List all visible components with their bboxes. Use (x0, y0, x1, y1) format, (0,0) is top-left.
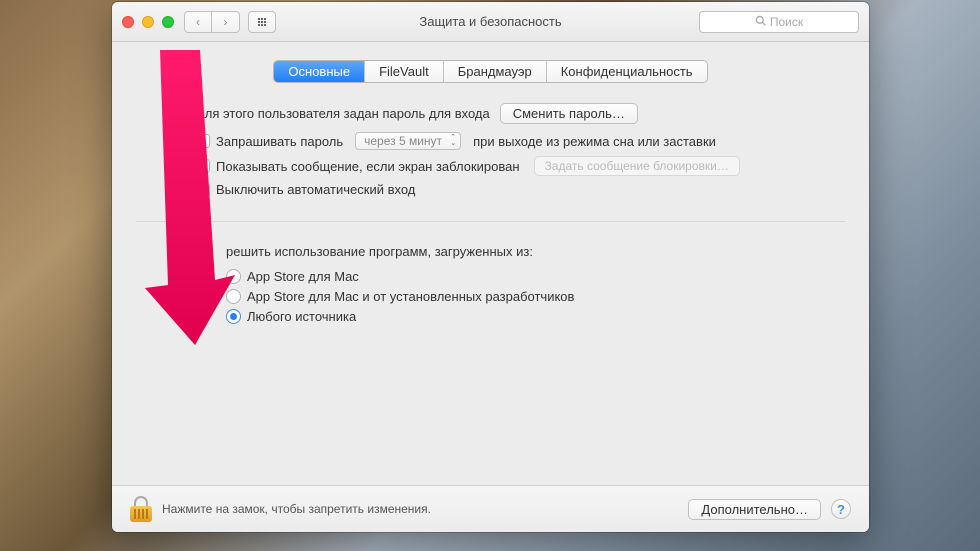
back-button[interactable]: ‹ (184, 11, 212, 33)
show-message-checkbox[interactable] (196, 159, 210, 173)
radio-appstore-label: App Store для Mac (247, 269, 359, 284)
search-input[interactable]: Поиск (699, 11, 859, 33)
traffic-lights (122, 16, 174, 28)
search-placeholder: Поиск (770, 15, 803, 29)
password-section: Для этого пользователя задан пароль для … (136, 103, 845, 222)
lock-icon[interactable] (130, 496, 152, 522)
radio-appstore[interactable] (226, 269, 241, 284)
require-password-label-before: Запрашивать пароль (216, 134, 343, 149)
radio-identified-label: App Store для Mac и от установленных раз… (247, 289, 574, 304)
tab-bar: Основные FileVault Брандмауэр Конфиденци… (273, 60, 707, 83)
radio-anywhere[interactable] (226, 309, 241, 324)
forward-button[interactable]: › (212, 11, 240, 33)
allow-apps-heading: решить использование программ, загруженн… (226, 244, 815, 259)
grid-icon (258, 18, 266, 26)
set-lock-message-button: Задать сообщение блокировки… (534, 156, 740, 176)
require-password-delay-select[interactable]: через 5 минут (355, 132, 461, 150)
help-button[interactable]: ? (831, 499, 851, 519)
disable-autologin-checkbox[interactable] (196, 183, 210, 197)
show-message-label: Показывать сообщение, если экран заблоки… (216, 159, 520, 174)
search-icon (755, 15, 766, 29)
show-all-button[interactable] (248, 11, 276, 33)
content-area: Основные FileVault Брандмауэр Конфиденци… (112, 42, 869, 485)
require-password-label-after: при выходе из режима сна или заставки (473, 134, 716, 149)
close-icon[interactable] (122, 16, 134, 28)
allow-apps-section: решить использование программ, загруженн… (136, 222, 845, 329)
maximize-icon[interactable] (162, 16, 174, 28)
nav-buttons: ‹ › (184, 11, 240, 33)
change-password-button[interactable]: Сменить пароль… (500, 103, 638, 124)
radio-identified[interactable] (226, 289, 241, 304)
minimize-icon[interactable] (142, 16, 154, 28)
tab-firewall[interactable]: Брандмауэр (444, 61, 547, 82)
require-password-checkbox[interactable] (196, 134, 210, 148)
footer: Нажмите на замок, чтобы запретить измене… (112, 485, 869, 532)
tab-filevault[interactable]: FileVault (365, 61, 444, 82)
advanced-button[interactable]: Дополнительно… (688, 499, 821, 520)
window-title: Защита и безопасность (419, 14, 561, 29)
lock-hint-text: Нажмите на замок, чтобы запретить измене… (162, 502, 431, 516)
tab-privacy[interactable]: Конфиденциальность (547, 61, 707, 82)
password-set-label: Для этого пользователя задан пароль для … (196, 106, 490, 121)
radio-anywhere-label: Любого источника (247, 309, 356, 324)
titlebar: ‹ › Защита и безопасность Поиск (112, 2, 869, 42)
preferences-window: ‹ › Защита и безопасность Поиск Основные… (112, 2, 869, 532)
tab-general[interactable]: Основные (274, 61, 365, 82)
disable-autologin-label: Выключить автоматический вход (216, 182, 415, 197)
